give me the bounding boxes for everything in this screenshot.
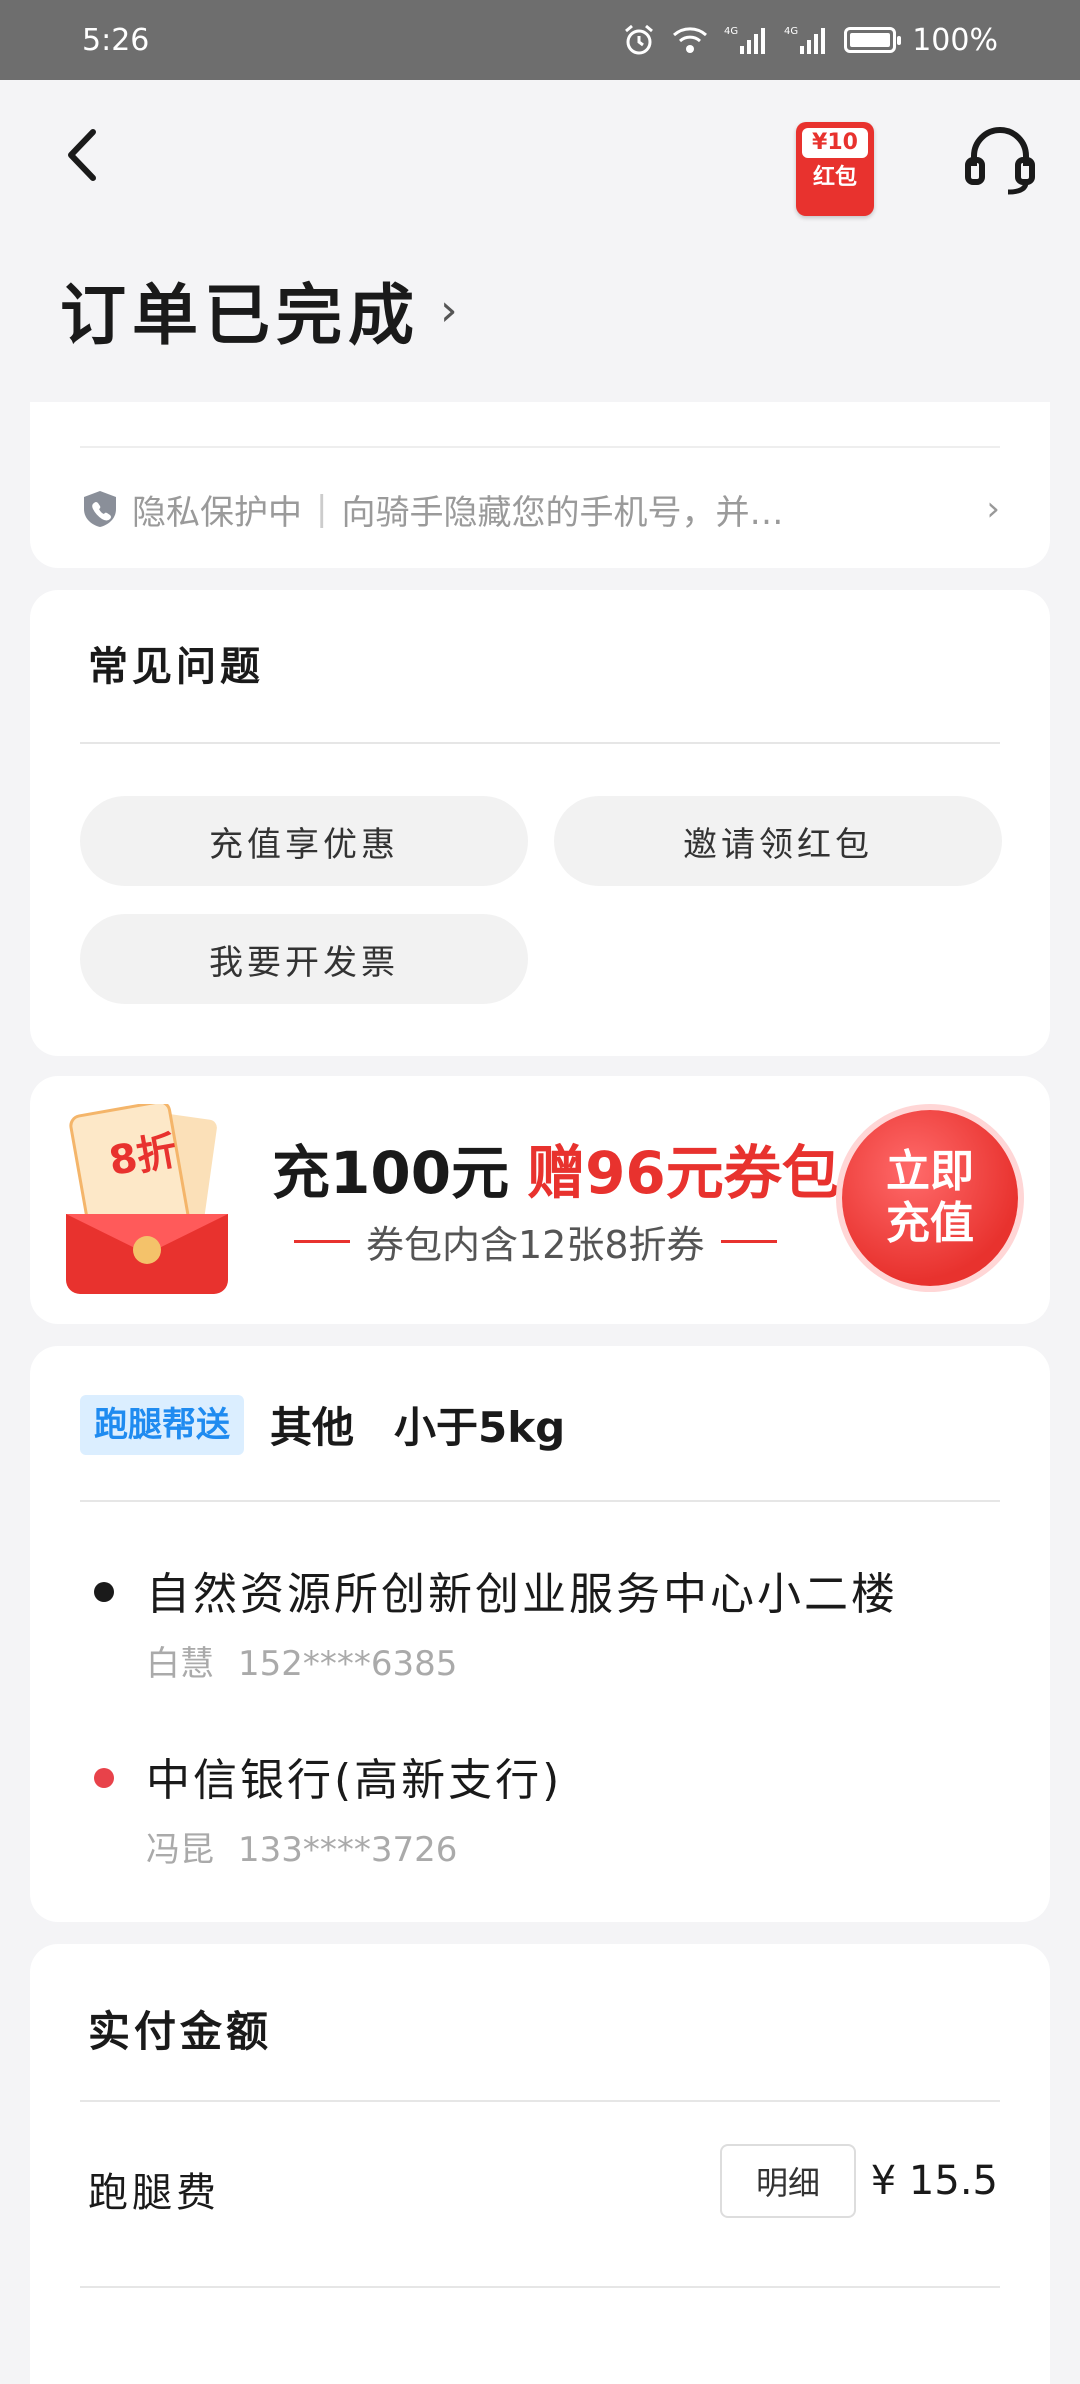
dropoff-dot-icon [94,1768,114,1788]
promo-highlight-text: 赠96元券包 [527,1139,840,1207]
fee-detail-button[interactable]: 明细 [720,2144,856,2218]
dropoff-contact: 冯昆 133****3726 [146,1822,457,1871]
recharge-button-line1: 立即 [886,1146,974,1197]
chevron-right-icon: › [440,284,464,336]
item-weight: 小于5kg [394,1403,566,1452]
payment-title: 实付金额 [88,2007,273,2056]
service-type-badge: 跑腿帮送 [80,1394,244,1455]
battery-text: 100% [912,22,998,58]
order-status-text: 订单已完成 [60,277,420,354]
decorative-dash [294,1240,350,1243]
shield-phone-icon [84,491,116,527]
promo-subline: 券包内含12张8折券 [278,1214,793,1269]
status-icons: 4G 4G 100% [622,23,998,58]
svg-text:4G: 4G [724,26,738,37]
recharge-button-line2: 充值 [886,1198,974,1249]
discount-coupon-graphic: 8折 [66,1104,228,1294]
privacy-separator: | [316,489,328,529]
divider [80,446,1000,448]
decorative-dash [720,1240,777,1243]
faq-card: 常见问题 充值享优惠 邀请领红包 我要开发票 [30,590,1050,1056]
headset-icon [965,127,1035,195]
pickup-dot-icon [94,1582,114,1602]
faq-item-invoice[interactable]: 我要开发票 [80,914,528,1004]
pickup-phone: 152****6385 [238,1644,458,1684]
faq-item-invite[interactable]: 邀请领红包 [554,796,1002,886]
privacy-label: 隐私保护中 [132,492,302,533]
svg-text:4G: 4G [784,26,798,37]
order-status-title[interactable]: 订单已完成 › [60,262,464,358]
back-arrow-icon [68,129,96,181]
promo-headline: 充100元 赠96元券包 [272,1126,840,1210]
recharge-now-button[interactable]: 立即 充值 [842,1110,1018,1286]
divider [80,1500,1000,1502]
red-packet-button[interactable]: ¥10 红包 [796,122,874,216]
wifi-icon [672,25,708,55]
fee-amount: ¥ 15.5 [870,2158,998,2204]
payment-card: 实付金额 跑腿费 明细 ¥ 15.5 [30,1944,1050,2384]
privacy-description: 向骑手隐藏您的手机号，并… [341,492,784,533]
privacy-card: 隐私保护中 | 向骑手隐藏您的手机号，并… › [30,402,1050,568]
top-bar: ¥10 红包 [0,80,1080,230]
promo-main-text: 充100元 [272,1139,510,1207]
promo-sub-text: 券包内含12张8折券 [366,1223,705,1267]
dropoff-person: 冯昆 [146,1830,214,1870]
privacy-row[interactable]: 隐私保护中 | 向骑手隐藏您的手机号，并… › [82,484,1000,534]
alarm-icon [622,23,656,57]
customer-service-button[interactable] [960,120,1040,200]
back-button[interactable] [55,120,115,190]
faq-title: 常见问题 [88,644,264,690]
promo-banner[interactable]: 8折 充100元 赠96元券包 券包内含12张8折券 立即 充值 [30,1076,1050,1324]
dropoff-phone: 133****3726 [238,1830,458,1870]
pickup-person: 白慧 [146,1644,214,1684]
fee-label: 跑腿费 [88,2170,220,2216]
pickup-place: 自然资源所创新创业服务中心小二楼 [146,1569,898,1620]
signal-icon-1: 4G [724,24,768,56]
item-category: 其他 [270,1403,355,1452]
status-bar: 5:26 4G 4G 100% [0,0,1080,80]
divider [80,2286,1000,2288]
divider [80,742,1000,744]
divider [80,2100,1000,2102]
dropoff-place: 中信银行(高新支行) [146,1755,563,1806]
signal-icon-2: 4G [784,24,828,56]
delivery-card: 跑腿帮送 其他 小于5kg 自然资源所创新创业服务中心小二楼 白慧 152****… [30,1346,1050,1922]
red-packet-amount: ¥10 [802,128,868,158]
battery-icon [844,27,902,53]
red-packet-label: 红包 [812,165,857,190]
faq-item-recharge[interactable]: 充值享优惠 [80,796,528,886]
status-time: 5:26 [82,22,150,58]
delivery-tags: 跑腿帮送 其他 小于5kg [80,1394,565,1455]
chevron-right-icon: › [986,489,1000,529]
pickup-contact: 白慧 152****6385 [146,1636,457,1685]
